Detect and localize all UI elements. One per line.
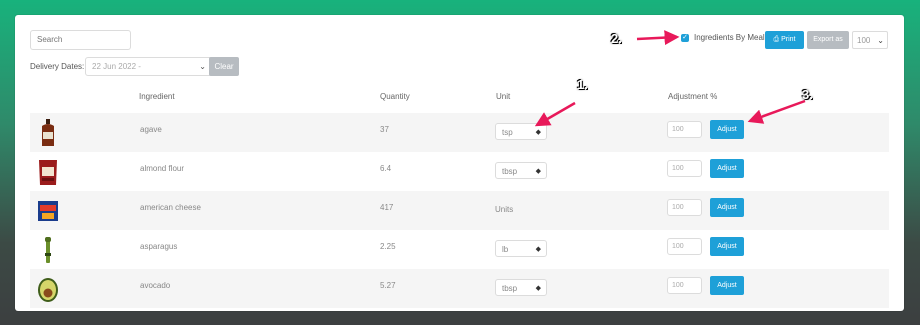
callout-1: 1.	[577, 77, 588, 92]
arrow-3	[747, 99, 806, 124]
ingredients-panel: Delivery Dates: 22 Jun 2022 - ⌄ Clear ✓ …	[15, 15, 904, 311]
callout-3: 3.	[802, 87, 813, 102]
arrow-2	[636, 30, 680, 46]
arrow-1	[534, 101, 576, 127]
callout-2: 2.	[611, 31, 622, 46]
annotation-arrows	[534, 30, 806, 127]
